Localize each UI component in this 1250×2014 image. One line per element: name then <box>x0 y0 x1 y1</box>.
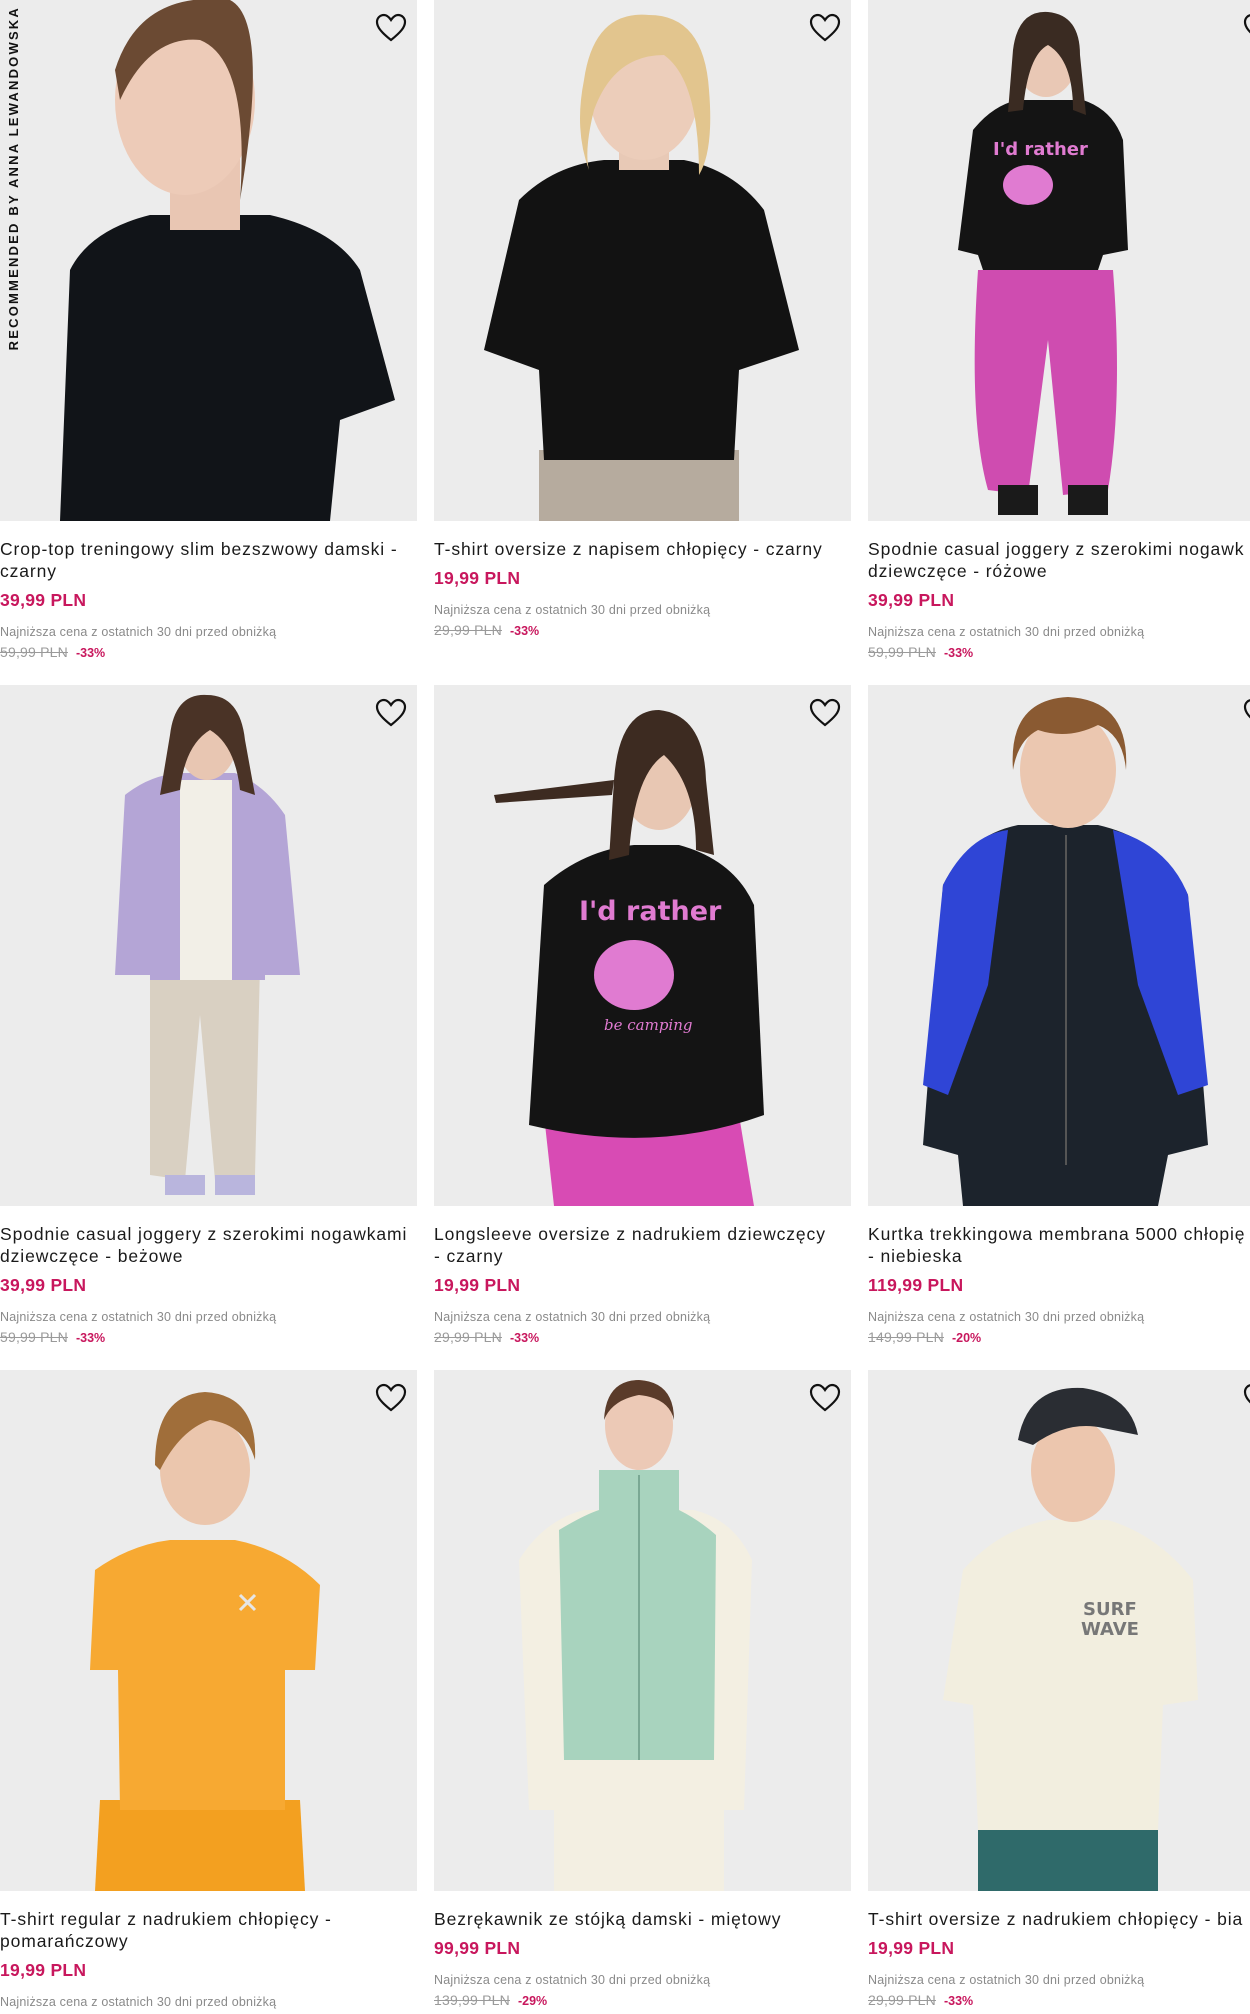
old-price-row: 59,99 PLN -33% <box>0 644 417 660</box>
recommended-badge: RECOMMENDED BY ANNA LEWANDOWSKA <box>6 6 21 351</box>
product-image[interactable] <box>0 1370 417 1891</box>
product-card[interactable]: T-shirt regular z nadrukiem chłopięcy -p… <box>0 1370 417 2009</box>
product-image[interactable] <box>434 0 851 521</box>
product-name[interactable]: Kurtka trekkingowa membrana 5000 chłopię… <box>868 1223 1250 1267</box>
heart-icon[interactable] <box>373 10 409 46</box>
product-price: 19,99 PLN <box>0 1960 87 1980</box>
discount-badge: -33% <box>943 646 974 660</box>
lowest-price-label: Najniższa cena z ostatnich 30 dni przed … <box>434 1310 711 1324</box>
product-name[interactable]: T-shirt oversize z nadrukiem chłopięcy -… <box>868 1908 1250 1930</box>
old-price-row: 149,99 PLN -20% <box>868 1329 1250 1345</box>
print-text: SURF <box>1083 1599 1137 1620</box>
product-name[interactable]: Spodnie casual joggery z szerokimi nogaw… <box>0 1223 417 1267</box>
product-name[interactable]: T-shirt regular z nadrukiem chłopięcy -p… <box>0 1908 417 1952</box>
old-price-row: 29,99 PLN -33% <box>434 622 851 638</box>
heart-icon[interactable] <box>807 695 843 731</box>
old-price: 139,99 PLN <box>434 1992 510 2008</box>
product-image[interactable]: I'd rather be camping <box>434 685 851 1206</box>
discount-badge: -33% <box>943 1994 974 2008</box>
product-price: 119,99 PLN <box>868 1275 964 1295</box>
product-image[interactable]: SURF WAVE <box>868 1370 1250 1891</box>
product-card[interactable]: RECOMMENDED BY ANNA LEWANDOWSKA Crop-top… <box>0 0 417 660</box>
product-card[interactable]: I'd rather Spodnie casual joggery z szer… <box>868 0 1250 660</box>
old-price: 59,99 PLN <box>0 644 68 660</box>
product-card[interactable]: Kurtka trekkingowa membrana 5000 chłopię… <box>868 685 1250 1345</box>
discount-badge: -33% <box>75 1331 106 1345</box>
product-price: 19,99 PLN <box>434 1275 521 1295</box>
product-price: 99,99 PLN <box>434 1938 521 1958</box>
discount-badge: -20% <box>951 1331 982 1345</box>
product-price: 39,99 PLN <box>868 590 955 610</box>
product-name[interactable]: T-shirt oversize z napisem chłopięcy - c… <box>434 538 851 560</box>
product-name[interactable]: Longsleeve oversize z nadrukiem dziewczę… <box>434 1223 851 1267</box>
lowest-price-label: Najniższa cena z ostatnich 30 dni przed … <box>0 1310 277 1324</box>
product-image[interactable] <box>868 685 1250 1206</box>
old-price: 29,99 PLN <box>434 622 502 638</box>
lowest-price-label: Najniższa cena z ostatnich 30 dni przed … <box>0 1995 277 2009</box>
heart-icon[interactable] <box>807 10 843 46</box>
product-card[interactable]: T-shirt oversize z napisem chłopięcy - c… <box>434 0 851 638</box>
old-price-row: 59,99 PLN -33% <box>868 644 1250 660</box>
old-price: 29,99 PLN <box>868 1992 936 2008</box>
product-name[interactable]: Spodnie casual joggery z szerokimi nogaw… <box>868 538 1250 582</box>
product-image[interactable]: I'd rather <box>868 0 1250 521</box>
lowest-price-label: Najniższa cena z ostatnich 30 dni przed … <box>434 1973 711 1987</box>
product-image[interactable] <box>434 1370 851 1891</box>
product-price: 19,99 PLN <box>434 568 521 588</box>
product-price: 39,99 PLN <box>0 1275 87 1295</box>
product-grid: RECOMMENDED BY ANNA LEWANDOWSKA Crop-top… <box>0 0 1250 2014</box>
heart-icon[interactable] <box>807 1380 843 1416</box>
lowest-price-label: Najniższa cena z ostatnich 30 dni przed … <box>868 1973 1145 1987</box>
old-price-row: 29,99 PLN -33% <box>868 1992 1250 2008</box>
heart-icon[interactable] <box>1241 1380 1250 1416</box>
product-image[interactable] <box>0 685 417 1206</box>
lowest-price-label: Najniższa cena z ostatnich 30 dni przed … <box>868 1310 1145 1324</box>
product-image[interactable]: RECOMMENDED BY ANNA LEWANDOWSKA <box>0 0 417 521</box>
old-price: 59,99 PLN <box>868 644 936 660</box>
product-price: 39,99 PLN <box>0 590 87 610</box>
old-price: 29,99 PLN <box>434 1329 502 1345</box>
product-name[interactable]: Crop-top treningowy slim bezszwowy damsk… <box>0 538 417 582</box>
old-price-row: 29,99 PLN -33% <box>434 1329 851 1345</box>
product-price: 19,99 PLN <box>868 1938 955 1958</box>
lowest-price-label: Najniższa cena z ostatnich 30 dni przed … <box>434 603 711 617</box>
lowest-price-label: Najniższa cena z ostatnich 30 dni przed … <box>868 625 1145 639</box>
old-price-row: 59,99 PLN -33% <box>0 1329 417 1345</box>
product-name[interactable]: Bezrękawnik ze stójką damski - miętowy <box>434 1908 851 1930</box>
heart-icon[interactable] <box>1241 695 1250 731</box>
product-card[interactable]: I'd rather be camping Longsleeve oversiz… <box>434 685 851 1345</box>
old-price: 59,99 PLN <box>0 1329 68 1345</box>
heart-icon[interactable] <box>373 1380 409 1416</box>
heart-icon[interactable] <box>373 695 409 731</box>
lowest-price-label: Najniższa cena z ostatnich 30 dni przed … <box>0 625 277 639</box>
print-text: WAVE <box>1081 1619 1139 1640</box>
product-card[interactable]: Spodnie casual joggery z szerokimi nogaw… <box>0 685 417 1345</box>
product-card[interactable]: SURF WAVE T-shirt oversize z nadrukiem c… <box>868 1370 1250 2008</box>
discount-badge: -33% <box>509 624 540 638</box>
print-text: be camping <box>604 1016 692 1034</box>
discount-badge: -29% <box>517 1994 548 2008</box>
old-price: 149,99 PLN <box>868 1329 944 1345</box>
discount-badge: -33% <box>509 1331 540 1345</box>
old-price-row: 139,99 PLN -29% <box>434 1992 851 2008</box>
print-text: I'd rather <box>579 896 722 927</box>
print-text: I'd rather <box>993 139 1088 160</box>
product-card[interactable]: Bezrękawnik ze stójką damski - miętowy 9… <box>434 1370 851 2008</box>
heart-icon[interactable] <box>1241 10 1250 46</box>
discount-badge: -33% <box>75 646 106 660</box>
